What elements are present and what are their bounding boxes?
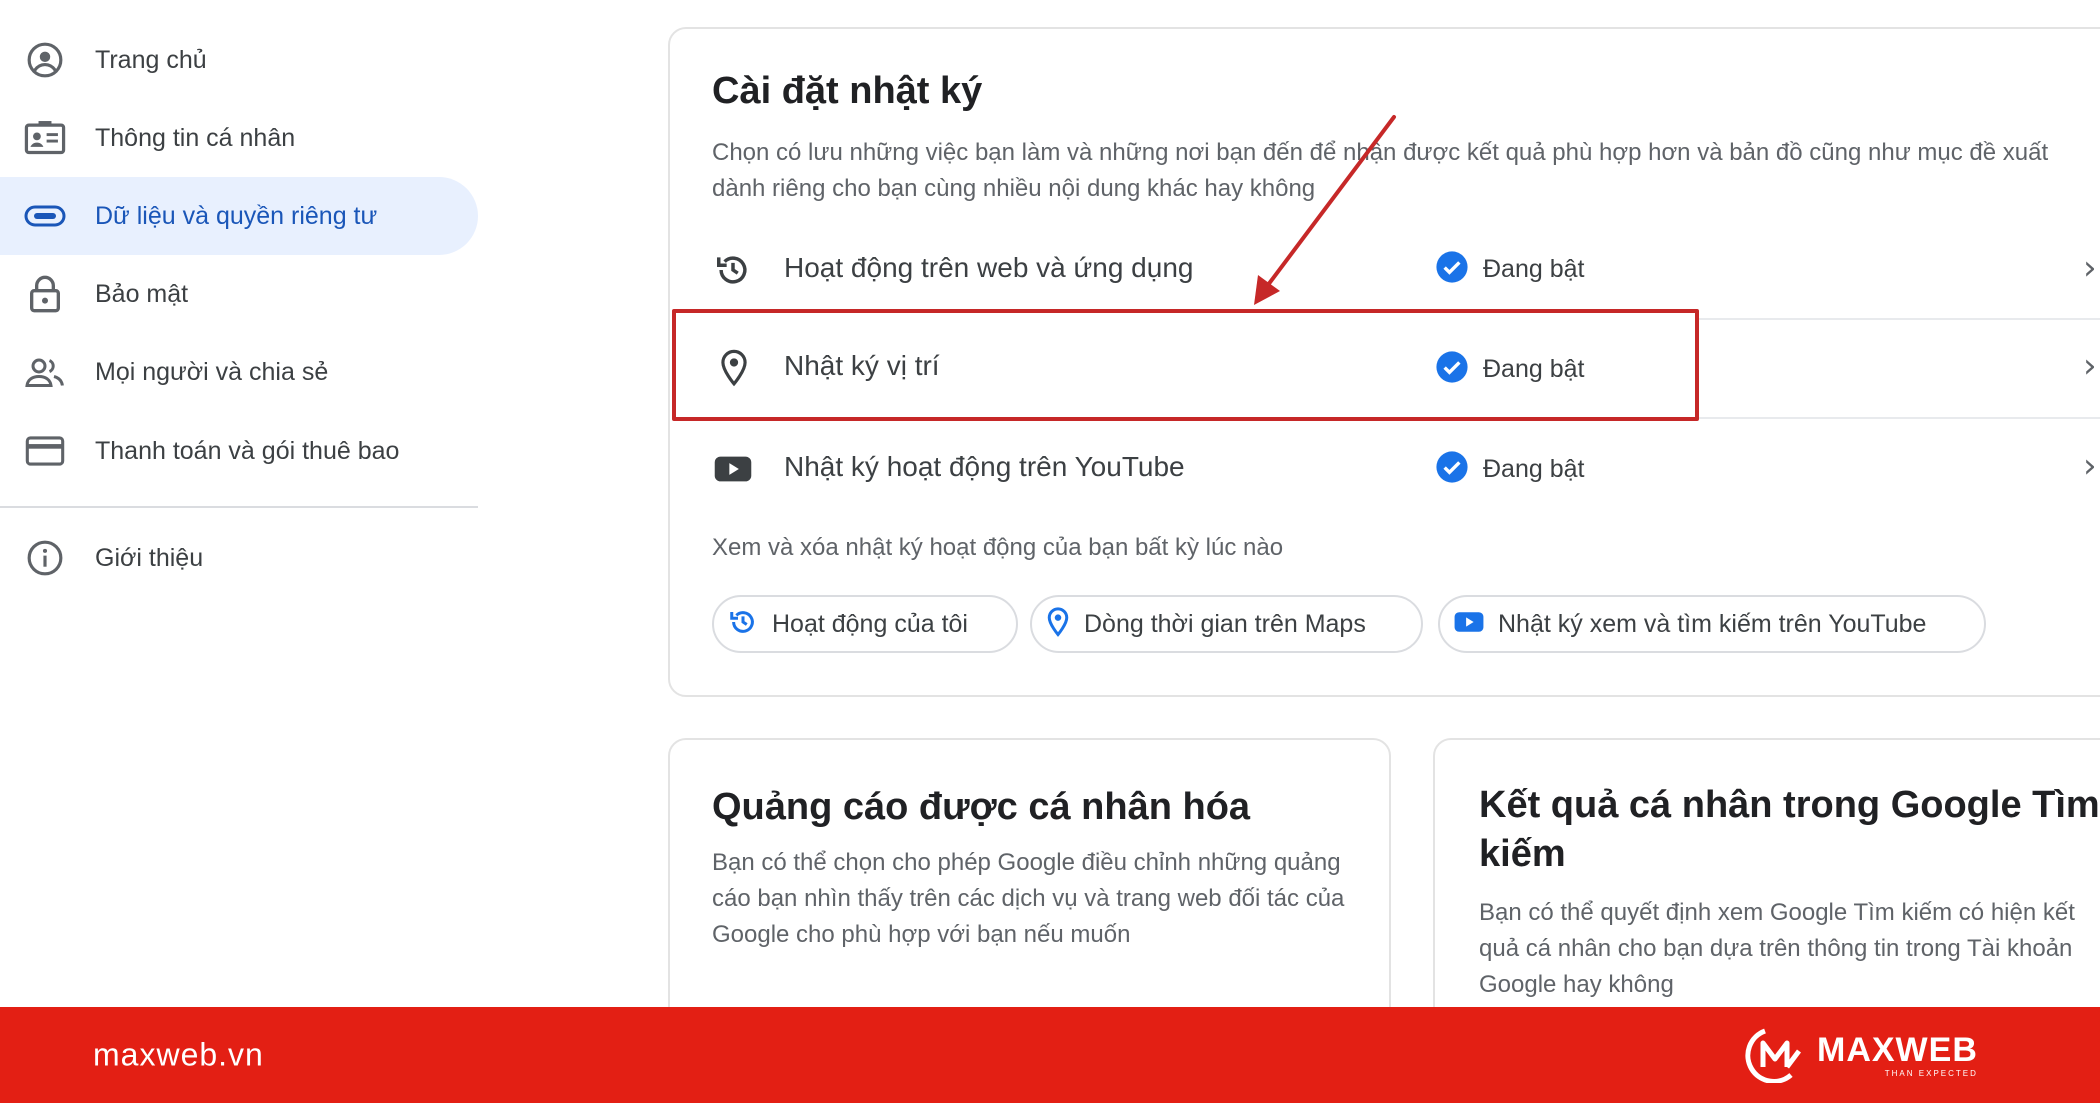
sidebar-item-label: Giới thiệu [95,543,204,572]
location-pin-icon [1046,606,1070,642]
sidebar-item-data-privacy[interactable]: Dữ liệu và quyền riêng tư [0,177,478,255]
footer-site-url[interactable]: maxweb.vn [93,1037,264,1074]
view-delete-text: Xem và xóa nhật ký hoạt động của bạn bất… [712,534,1284,561]
history-row-label: Hoạt động trên web và ứng dụng [784,252,1194,283]
chevron-right-icon: › [2083,446,2097,486]
brand-tagline: THAN EXPECTED [1884,1068,1978,1078]
chevron-right-icon: › [2083,248,2097,288]
pill-label: Dòng thời gian trên Maps [1084,609,1366,638]
history-row-label: Nhật ký hoạt động trên YouTube [784,451,1185,482]
sidebar-item-label: Bảo mật [95,279,189,308]
sidebar-item-label: Thanh toán và gói thuê bao [95,436,400,465]
search-card-title-line1: Kết quả cá nhân trong Google Tìm [1479,784,2100,826]
account-circle-icon [24,39,66,81]
check-circle-icon [1435,250,1469,289]
highlight-box [672,309,1699,421]
youtube-icon [713,449,753,489]
history-icon [728,607,758,642]
ads-card-title: Quảng cáo được cá nhân hóa [712,786,1251,828]
status-label: Đang bật [1483,455,1585,483]
status-badge: Đang bật [1435,450,1584,489]
sidebar-item-label: Dữ liệu và quyền riêng tư [95,201,378,230]
credit-card-icon [24,430,66,472]
maps-timeline-button[interactable]: Dòng thời gian trên Maps [1030,595,1423,653]
youtube-icon [1454,611,1484,638]
sidebar-item-label: Trang chủ [95,45,207,74]
status-label: Đang bật [1483,255,1585,283]
search-card-title-line2: kiếm [1479,833,1566,875]
sidebar-item-about[interactable]: Giới thiệu [0,519,478,597]
youtube-history-button[interactable]: Nhật ký xem và tìm kiếm trên YouTube [1438,595,1986,653]
sidebar-item-people-sharing[interactable]: Mọi người và chia sẻ [0,333,478,411]
row-divider [1699,318,2100,320]
history-icon [713,250,753,290]
sidebar-item-security[interactable]: Bảo mật [0,255,478,333]
chevron-right-icon: › [2083,346,2097,386]
id-card-icon [24,117,66,159]
check-circle-icon [1435,450,1469,489]
maxweb-logo-icon [1745,1023,1809,1088]
people-icon [24,351,66,393]
lock-icon [24,273,66,315]
sidebar-item-payments[interactable]: Thanh toán và gói thuê bao [0,412,478,490]
search-card-description: Bạn có thể quyết định xem Google Tìm kiế… [1479,899,2075,998]
pill-label: Nhật ký xem và tìm kiếm trên YouTube [1498,609,1927,638]
sidebar-item-label: Mọi người và chia sẻ [95,357,329,386]
ads-card-description: Bạn có thể chọn cho phép Google điều chỉ… [712,849,1345,948]
history-settings-title: Cài đặt nhật ký [712,70,983,112]
sidebar-item-label: Thông tin cá nhân [95,123,296,152]
maxweb-logo: MAXWEB THAN EXPECTED [1745,1025,1978,1085]
toggle-icon [24,195,66,237]
info-icon [24,537,66,579]
pill-label: Hoạt động của tôi [772,609,968,638]
sidebar-item-home[interactable]: Trang chủ [0,21,478,99]
footer-banner: maxweb.vn MAXWEB THAN EXPECTED [0,1007,2100,1103]
status-badge: Đang bật [1435,250,1584,289]
sidebar-divider [0,506,478,508]
row-divider [1699,417,2100,419]
brand-name: MAXWEB [1817,1030,1978,1069]
my-activity-button[interactable]: Hoạt động của tôi [712,595,1018,653]
sidebar-item-personal-info[interactable]: Thông tin cá nhân [0,99,478,177]
annotation-arrow-icon [1254,115,1396,305]
